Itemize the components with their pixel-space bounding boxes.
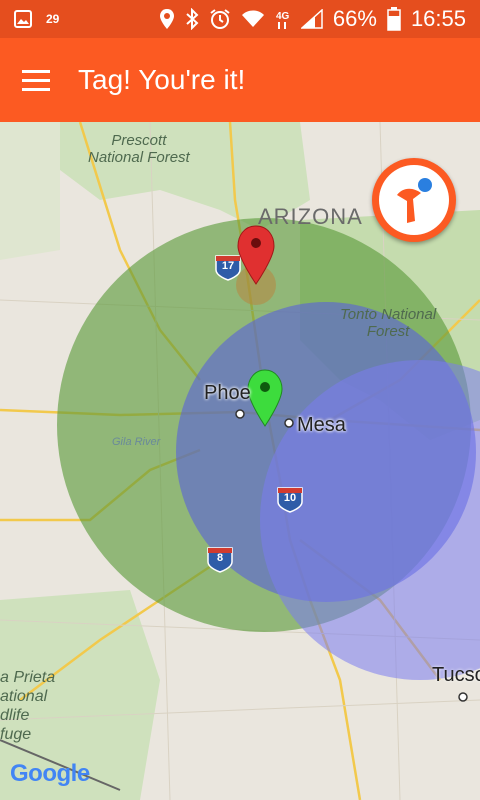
alarm-icon: [209, 8, 231, 30]
refuge-label: a Prieta ational dlife fuge: [0, 668, 55, 744]
menu-icon: [22, 67, 50, 94]
app-bar: Tag! You're it!: [0, 38, 480, 122]
river-label: Gila River: [112, 436, 161, 448]
signal-icon: [300, 9, 323, 29]
app-logo-button[interactable]: [372, 158, 456, 242]
location-icon: [159, 8, 175, 30]
city-dot-tucson: [458, 692, 468, 702]
bluetooth-icon: [185, 8, 199, 30]
terrain-area: [0, 122, 60, 260]
app-logo-icon: [379, 165, 449, 235]
network-4g-icon: 4G: [275, 8, 291, 30]
battery-percent: 66%: [332, 6, 377, 31]
forest-label-tonto: Tonto National Forest: [340, 306, 436, 340]
notification-count: 29: [46, 12, 60, 26]
highway-8-label: 8: [216, 552, 224, 564]
forest-label-prescott-text: Prescott National Forest: [88, 132, 190, 166]
gallery-icon: [14, 10, 32, 28]
wifi-icon: [241, 9, 265, 29]
city-dot-phoenix: [235, 409, 245, 419]
clock: 16:55: [410, 6, 466, 31]
refuge-label-text: a Prieta ational dlife fuge: [0, 669, 56, 743]
page-title: Tag! You're it!: [78, 64, 246, 95]
forest-label-tonto-text: Tonto National Forest: [340, 306, 437, 340]
forest-label-prescott: Prescott National Forest: [88, 132, 190, 166]
battery-icon: [387, 7, 401, 31]
city-label-phoenix: Phoe: [204, 382, 251, 404]
menu-button[interactable]: [8, 52, 64, 108]
svg-text:4G: 4G: [276, 11, 290, 22]
highway-17-label: 17: [221, 260, 235, 272]
highway-10-label: 10: [283, 492, 297, 504]
city-label-mesa: Mesa: [297, 414, 346, 436]
state-label: ARIZONA: [258, 204, 363, 229]
status-bar: 29 4G 66% 16:55: [0, 0, 480, 38]
city-label-tucson: Tucso: [432, 664, 480, 686]
google-attribution-text: Google: [10, 760, 90, 787]
city-dot-mesa: [284, 418, 294, 428]
google-attribution[interactable]: Google: [10, 760, 90, 788]
